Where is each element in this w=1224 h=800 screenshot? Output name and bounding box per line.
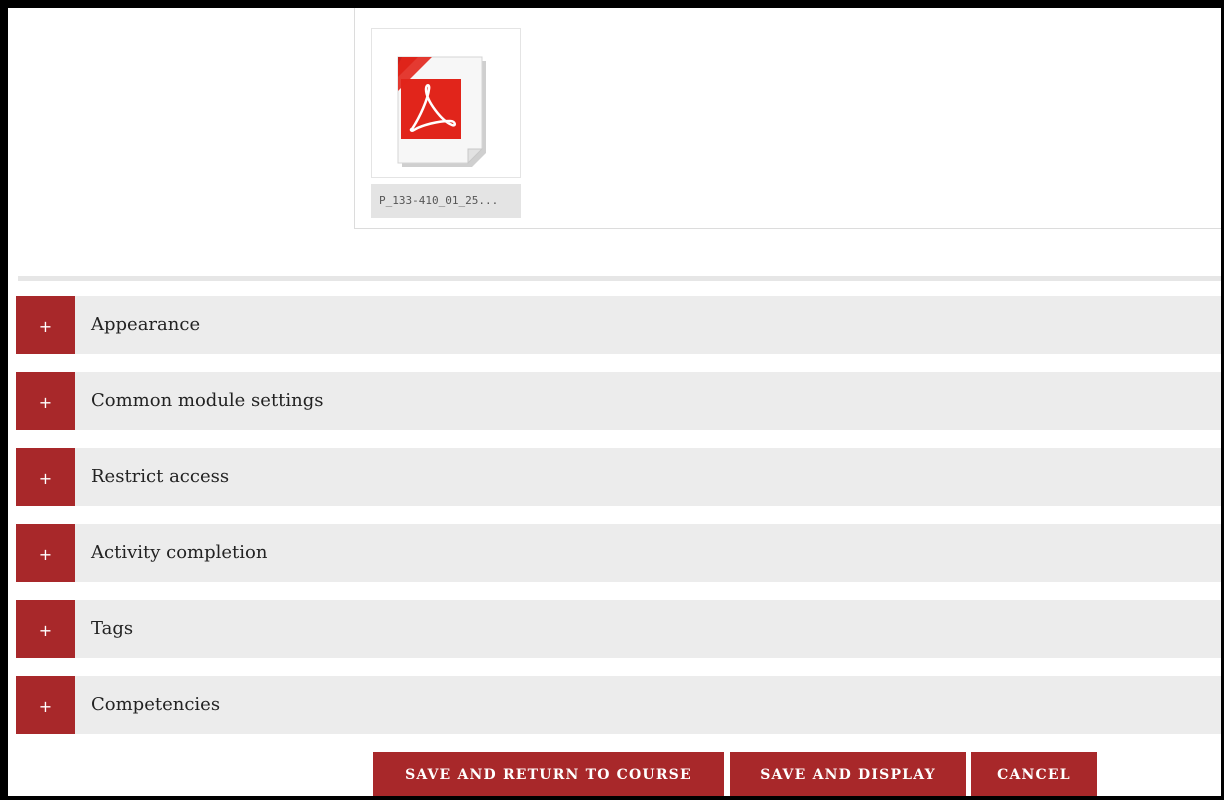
save-and-return-button[interactable]: SAVE AND RETURN TO COURSE xyxy=(373,752,724,796)
expand-toggle[interactable]: + xyxy=(16,676,75,734)
section-label[interactable]: Activity completion xyxy=(91,524,267,582)
form-sections: + Appearance + Common module settings + … xyxy=(16,296,1221,752)
expand-toggle[interactable]: + xyxy=(16,524,75,582)
cancel-button[interactable]: CANCEL xyxy=(971,752,1097,796)
section-restrict-access[interactable]: + Restrict access xyxy=(16,448,1221,506)
file-name[interactable]: P_133-410_01_25... xyxy=(371,184,521,218)
expand-toggle[interactable]: + xyxy=(16,296,75,354)
section-label[interactable]: Tags xyxy=(91,600,133,658)
section-label[interactable]: Appearance xyxy=(91,296,200,354)
section-label[interactable]: Common module settings xyxy=(91,372,324,430)
expand-toggle[interactable]: + xyxy=(16,372,75,430)
section-label[interactable]: Competencies xyxy=(91,676,220,734)
save-and-display-button[interactable]: SAVE AND DISPLAY xyxy=(730,752,966,796)
file-thumbnail[interactable] xyxy=(371,28,521,178)
section-tags[interactable]: + Tags xyxy=(16,600,1221,658)
file-item[interactable]: P_133-410_01_25... xyxy=(371,28,521,218)
expand-toggle[interactable]: + xyxy=(16,448,75,506)
section-activity-completion[interactable]: + Activity completion xyxy=(16,524,1221,582)
section-common-module-settings[interactable]: + Common module settings xyxy=(16,372,1221,430)
page-frame: P_133-410_01_25... + Appearance + Common… xyxy=(8,8,1221,796)
section-label[interactable]: Restrict access xyxy=(91,448,229,506)
section-competencies[interactable]: + Competencies xyxy=(16,676,1221,734)
file-picker-area: P_133-410_01_25... xyxy=(354,8,1221,229)
expand-toggle[interactable]: + xyxy=(16,600,75,658)
pdf-file-icon xyxy=(397,56,486,167)
file-manager-panel: P_133-410_01_25... xyxy=(18,8,1221,281)
section-appearance[interactable]: + Appearance xyxy=(16,296,1221,354)
